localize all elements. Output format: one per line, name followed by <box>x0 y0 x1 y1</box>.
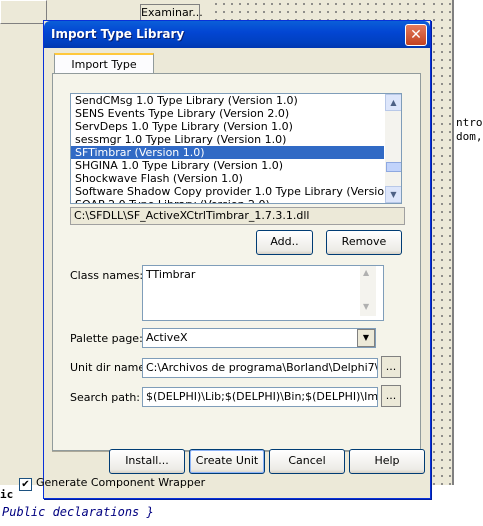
list-item[interactable]: SOAP 2.0 Type Library (Version 2.0) <box>71 198 384 203</box>
generate-wrapper-label[interactable]: Generate Component Wrapper <box>36 476 205 489</box>
tab-import-type-library[interactable]: Import Type Library <box>54 53 154 91</box>
chevron-down-icon[interactable]: ▼ <box>357 329 375 347</box>
code-comment: Public declarations } <box>2 505 154 519</box>
dialog-title: Import Type Library <box>51 27 185 41</box>
unit-dir-field[interactable]: C:\Archivos de programa\Borland\Delphi7\… <box>142 358 378 378</box>
generate-wrapper-checkbox[interactable]: ✔ <box>19 478 32 491</box>
class-names-label: Class names: <box>70 269 144 282</box>
close-icon[interactable]: ✕ <box>405 24 427 46</box>
class-names-scrollbar[interactable]: ▲ ▼ <box>360 266 376 316</box>
search-path-browse-button[interactable]: ... <box>381 385 401 407</box>
search-path-field[interactable]: $(DELPHI)\Lib;$(DELPHI)\Bin;$(DELPHI)\Im… <box>142 387 378 407</box>
list-item[interactable]: SFTimbrar (Version 1.0) <box>71 146 384 159</box>
editor-line: ntro <box>456 116 483 129</box>
list-item[interactable]: ServDeps 1.0 Type Library (Version 1.0) <box>71 120 384 133</box>
dll-path-display: C:\SFDLL\SF_ActiveXCtrlTimbrar_1.7.3.1.d… <box>70 207 405 225</box>
list-item[interactable]: Software Shadow Copy provider 1.0 Type L… <box>71 185 401 198</box>
unit-dir-label: Unit dir name: <box>70 361 149 374</box>
scroll-down-icon[interactable]: ▼ <box>385 186 401 203</box>
list-item[interactable]: Shockwave Flash (Version 1.0) <box>71 172 384 185</box>
code-editor-strip: ntro dom, <box>452 0 483 526</box>
scroll-down-icon: ▼ <box>363 302 370 311</box>
palette-page-dropdown[interactable]: ActiveX <box>142 328 376 348</box>
form-designer-grid-right <box>430 0 452 505</box>
code-line: ic <box>0 488 14 501</box>
list-item[interactable]: SendCMsg 1.0 Type Library (Version 1.0) <box>71 94 384 107</box>
scroll-up-icon: ▲ <box>363 268 370 277</box>
search-path-label: Search path: <box>70 391 141 404</box>
editor-line: dom, <box>456 130 483 143</box>
scroll-up-icon[interactable]: ▲ <box>385 94 401 111</box>
scroll-thumb[interactable] <box>386 162 401 172</box>
palette-page-label: Palette page: <box>70 332 143 345</box>
add-button[interactable]: Add.. <box>256 230 313 255</box>
ide-left-panel <box>0 0 47 24</box>
import-type-library-dialog: Import Type Library ✕ Import Type Librar… <box>43 20 431 499</box>
cancel-button[interactable]: Cancel <box>269 449 345 474</box>
remove-button[interactable]: Remove <box>326 230 402 255</box>
unit-dir-browse-button[interactable]: ... <box>381 356 401 378</box>
list-scrollbar[interactable]: ▲ ▼ <box>385 94 401 203</box>
create-unit-button[interactable]: Create Unit <box>189 449 265 474</box>
type-library-list[interactable]: SendCMsg 1.0 Type Library (Version 1.0) S… <box>70 93 402 204</box>
install-button[interactable]: Install... <box>109 449 185 474</box>
list-item[interactable]: SHGINA 1.0 Type Library (Version 1.0) <box>71 159 384 172</box>
class-names-field[interactable]: TTimbrar <box>142 265 384 321</box>
list-item[interactable]: SENS Events Type Library (Version 2.0) <box>71 107 384 120</box>
list-item[interactable]: sessmgr 1.0 Type Library (Version 1.0) <box>71 133 384 146</box>
title-bar[interactable]: Import Type Library ✕ <box>44 21 430 48</box>
help-button[interactable]: Help <box>349 449 425 474</box>
